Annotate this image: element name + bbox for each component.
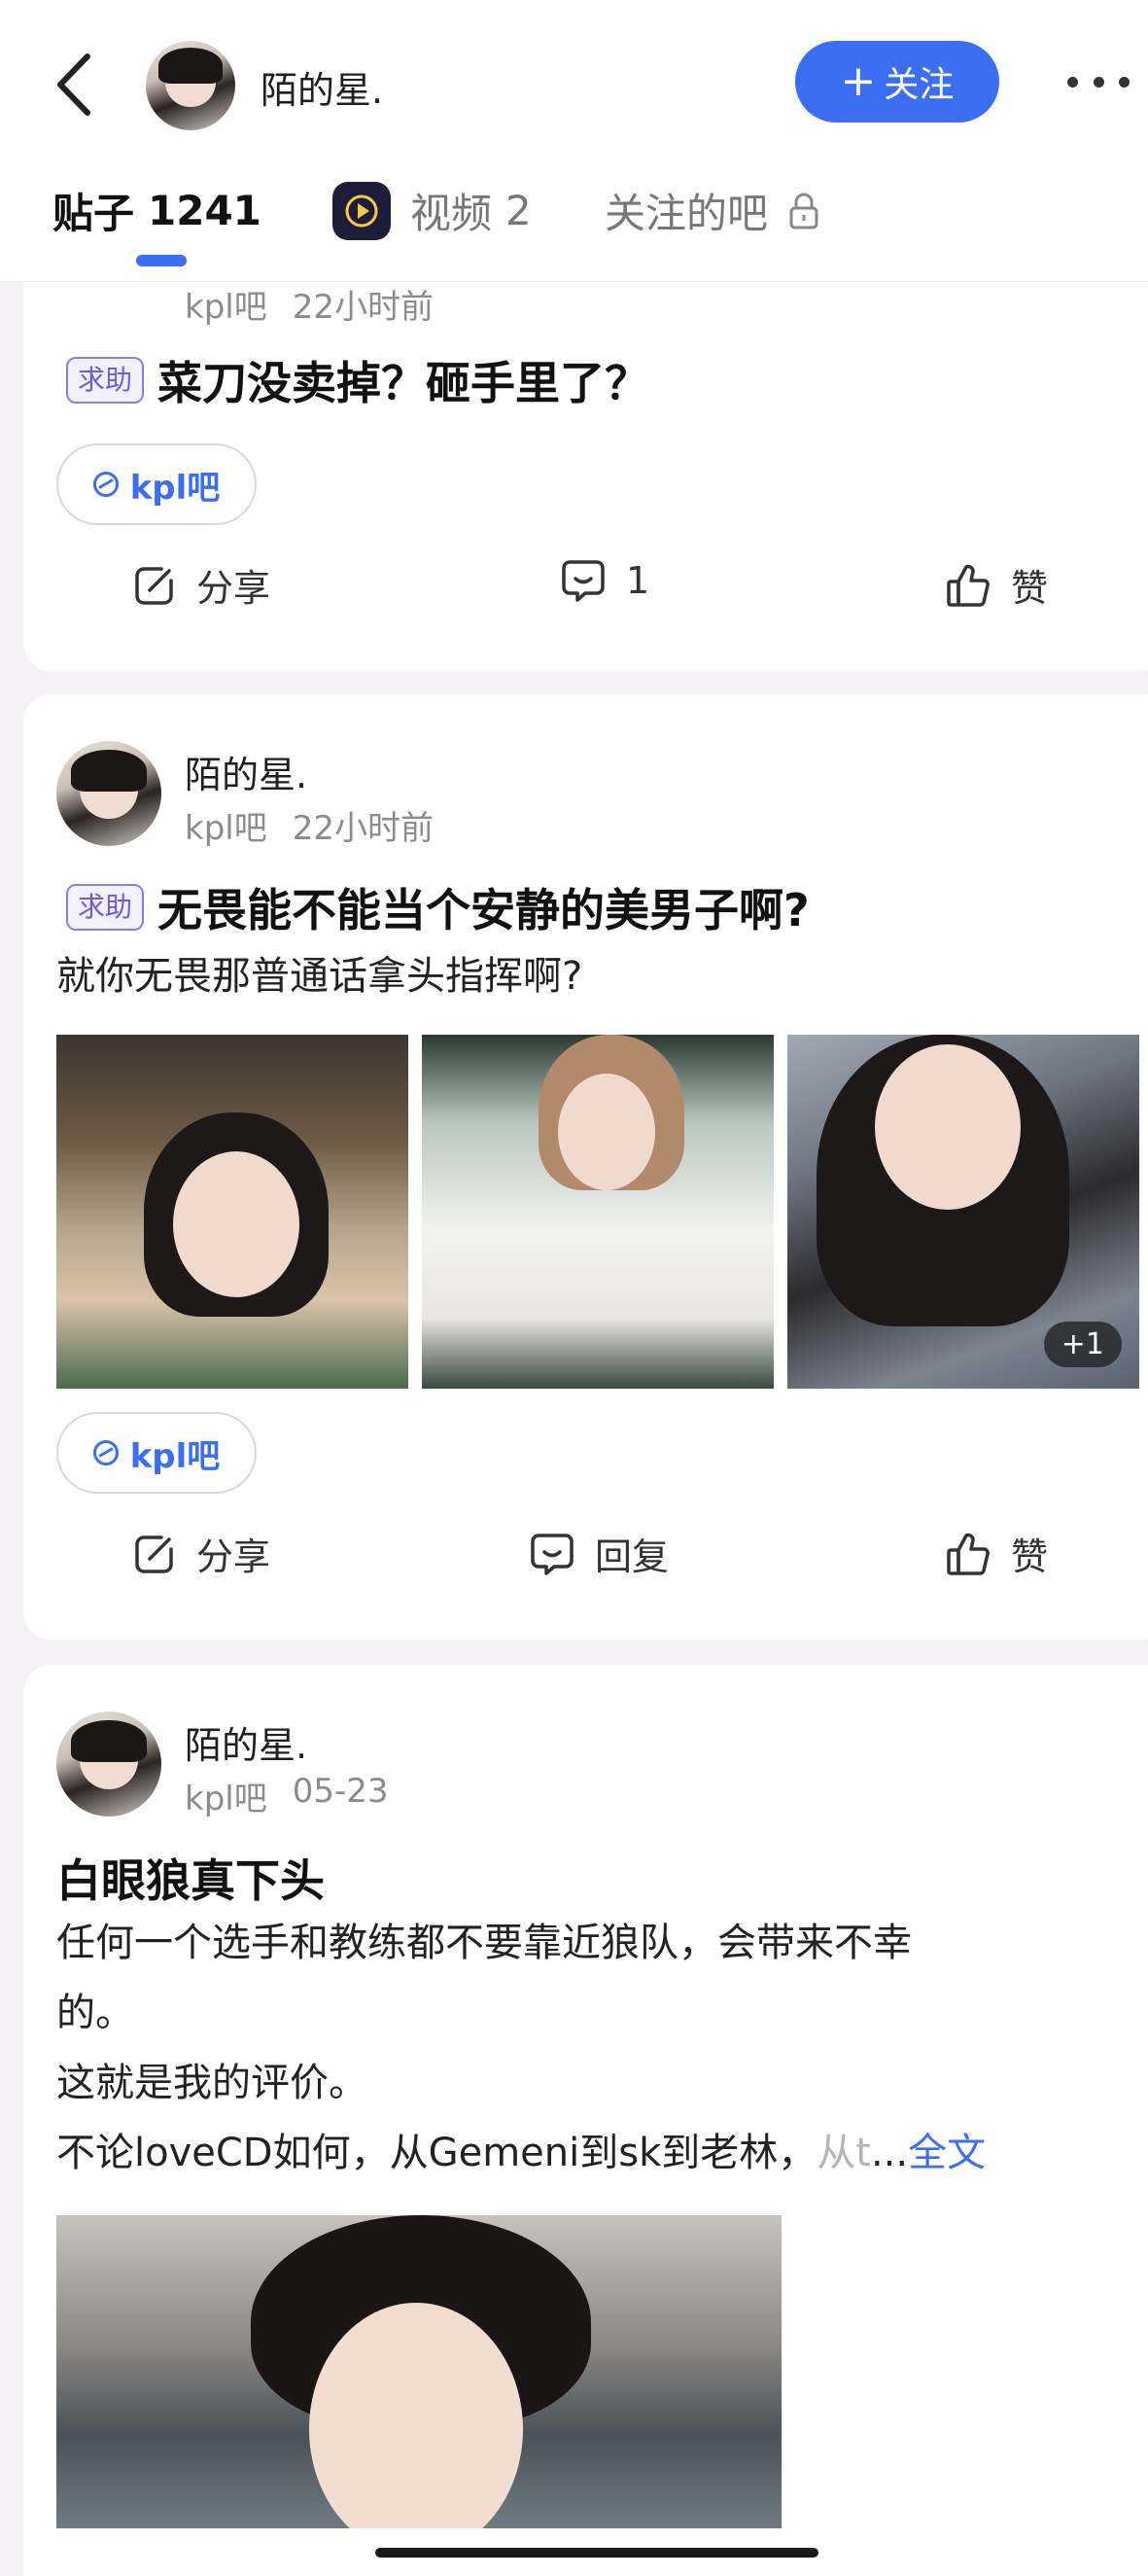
author-name[interactable]: 陌的星. (185, 745, 307, 798)
like-button[interactable]: 赞 (945, 558, 1048, 612)
thumbs-up-icon (947, 1533, 990, 1575)
share-icon (135, 1535, 173, 1573)
header-avatar[interactable] (146, 41, 235, 130)
post-body[interactable]: 任何一个选手和教练都不要靠近狼队，会带来不幸 的。 这就是我的评价。 不论lov… (56, 1908, 986, 2188)
more-images-badge: +1 (1043, 1322, 1122, 1367)
like-label: 赞 (1011, 567, 1049, 610)
active-tab-indicator (136, 255, 187, 266)
more-options-icon[interactable] (1067, 70, 1130, 93)
body-faded-text: 从t (817, 2131, 871, 2175)
post-forum: kpl吧 (185, 809, 267, 848)
forum-icon (92, 1440, 119, 1465)
post-card[interactable]: 陌的星. kpl吧 05-23 白眼狼真下头 任何一个选手和教练都不要靠近狼队，… (23, 1665, 1148, 2576)
share-icon (135, 566, 173, 605)
share-button[interactable]: 分享 (132, 558, 270, 612)
body-line: 任何一个选手和教练都不要靠近狼队，会带来不幸 (56, 1921, 912, 1965)
ellipsis: ... (870, 2131, 909, 2175)
post-forum: kpl吧 (185, 1780, 267, 1818)
post-title-row: 求助 无畏能不能当个安静的美男子啊? (66, 875, 810, 939)
post-images: +1 (56, 1035, 1139, 1389)
share-label: 分享 (196, 567, 271, 610)
help-badge: 求助 (66, 884, 145, 931)
comment-button[interactable]: 1 (560, 558, 649, 603)
post-actions: 分享 1 赞 (23, 558, 1122, 636)
post-image[interactable]: +1 (787, 1035, 1139, 1389)
post-card[interactable]: 陌的星. kpl吧 22小时前 求助 无畏能不能当个安静的美男子啊? 就你无畏那… (23, 694, 1148, 1640)
post-meta: kpl吧 22小时前 (185, 801, 434, 849)
follow-button[interactable]: + 关注 (795, 41, 999, 123)
reply-button[interactable]: 回复 (529, 1527, 669, 1580)
post-forum: kpl吧 (185, 288, 267, 327)
post-image[interactable] (56, 2215, 782, 2528)
body-line: 这就是我的评价。 (56, 2061, 367, 2105)
plus-icon: + (840, 56, 877, 106)
comment-icon (562, 560, 605, 602)
thumbs-up-icon (947, 564, 990, 607)
full-text-link[interactable]: 全文 (908, 2131, 986, 2175)
chevron-left-icon (57, 53, 90, 116)
like-button[interactable]: 赞 (945, 1527, 1048, 1580)
profile-header: 陌的星. + 关注 贴子 1241 视频 2 关注的吧 (0, 0, 1148, 282)
help-badge: 求助 (66, 357, 145, 404)
tab-posts-count: 1241 (148, 187, 261, 234)
post-image[interactable] (56, 1035, 408, 1389)
post-image[interactable] (422, 1035, 774, 1389)
body-line: 的。 (56, 1991, 134, 2035)
post-title-row: 求助 菜刀没卖掉？砸手里了？ (66, 348, 649, 412)
video-icon (332, 181, 391, 240)
comment-icon (531, 1533, 574, 1575)
tab-followed-forums[interactable]: 关注的吧 (605, 181, 820, 240)
forum-tag-label: kpl吧 (129, 468, 221, 508)
post-title[interactable]: 白眼狼真下头 (56, 1846, 325, 1910)
post-actions: 分享 回复 赞 (23, 1527, 1122, 1605)
post-title-row: 白眼狼真下头 (56, 1846, 325, 1910)
forum-icon (92, 472, 119, 497)
author-avatar[interactable] (56, 741, 161, 846)
post-meta: kpl吧 05-23 (185, 1772, 389, 1819)
author-name[interactable]: 陌的星. (185, 1715, 307, 1769)
post-time: 22小时前 (292, 288, 434, 327)
back-button[interactable] (51, 51, 99, 119)
post-time: 05-23 (292, 1772, 389, 1811)
follow-button-label: 关注 (884, 65, 955, 105)
post-title[interactable]: 无畏能不能当个安静的美男子啊? (157, 875, 810, 939)
forum-tag-label: kpl吧 (129, 1436, 221, 1476)
forum-tag[interactable]: kpl吧 (56, 1412, 257, 1494)
forum-tag[interactable]: kpl吧 (56, 443, 257, 525)
post-title[interactable]: 菜刀没卖掉？砸手里了？ (157, 348, 649, 412)
post-meta: kpl吧 22小时前 (185, 280, 434, 328)
tab-videos-count: 2 (505, 187, 532, 234)
tab-videos-label: 视频 (410, 190, 493, 237)
body-line: 不论loveCD如何，从Gemeni到sk到老林，从t...全文 (56, 2118, 986, 2188)
header-user-name: 陌的星. (261, 69, 384, 112)
body-last-text: 不论loveCD如何，从Gemeni到sk到老林， (56, 2131, 818, 2175)
post-time: 22小时前 (292, 809, 434, 848)
author-avatar[interactable] (56, 1711, 161, 1817)
lock-icon (789, 193, 818, 229)
comment-count: 1 (626, 559, 650, 602)
tab-posts-label: 贴子 (52, 190, 135, 237)
reply-label: 回复 (595, 1535, 670, 1578)
tab-followed-forums-label: 关注的吧 (605, 190, 769, 237)
post-body[interactable]: 就你无畏那普通话拿头指挥啊? (56, 941, 582, 1011)
like-label: 赞 (1011, 1535, 1049, 1578)
tab-posts[interactable]: 贴子 1241 (52, 181, 261, 240)
share-button[interactable]: 分享 (132, 1527, 270, 1580)
home-indicator[interactable] (375, 2548, 818, 2558)
share-label: 分享 (196, 1535, 271, 1578)
tab-videos[interactable]: 视频 2 (332, 181, 532, 240)
